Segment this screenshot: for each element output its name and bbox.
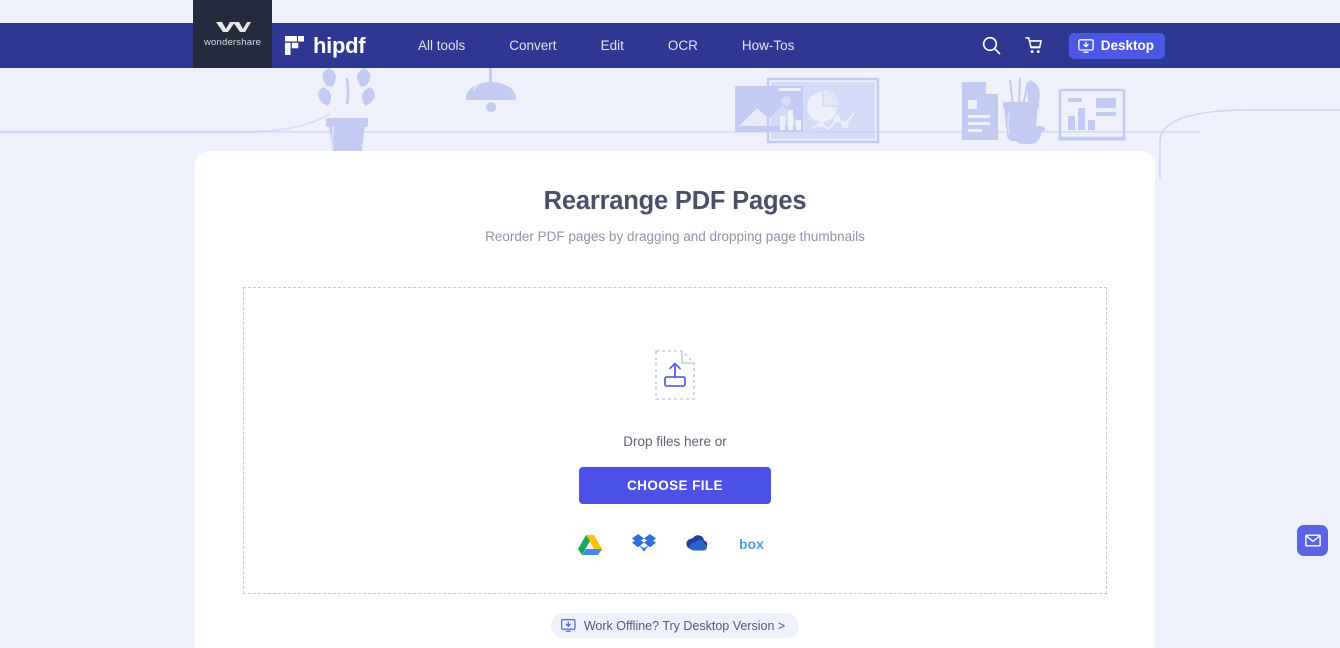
onedrive-icon <box>686 535 708 551</box>
page-subtitle: Reorder PDF pages by dragging and droppi… <box>485 229 865 244</box>
box-icon: box <box>739 536 764 552</box>
dropbox-button[interactable] <box>631 531 657 557</box>
contact-mail-button[interactable] <box>1297 525 1328 556</box>
desktop-app-button-label: Desktop <box>1100 38 1154 53</box>
wondershare-logo-icon <box>215 21 251 32</box>
tool-card: Rearrange PDF Pages Reorder PDF pages by… <box>195 151 1155 648</box>
search-button[interactable] <box>971 23 1013 68</box>
dropbox-icon <box>632 534 656 552</box>
search-icon <box>983 36 1001 55</box>
mail-icon <box>1304 534 1321 547</box>
nav-item-how-tos[interactable]: How-Tos <box>720 23 817 68</box>
drop-files-label: Drop files here or <box>623 434 727 449</box>
hipdf-logo[interactable]: hipdf <box>285 23 366 68</box>
file-dropzone[interactable]: Drop files here or CHOOSE FILE box <box>243 287 1107 594</box>
cloud-sources: box <box>577 531 773 557</box>
file-upload-icon <box>655 350 695 400</box>
nav-item-ocr[interactable]: OCR <box>646 23 720 68</box>
page-root: wondershare hipdf All tools Convert Edit… <box>0 0 1340 648</box>
wondershare-label: wondershare <box>203 36 262 48</box>
hipdf-logo-icon <box>285 36 304 55</box>
google-drive-button[interactable] <box>577 531 603 557</box>
dashboard-chart-icon <box>766 77 880 144</box>
cart-button[interactable] <box>1013 23 1055 68</box>
desktop-download-icon <box>561 619 576 632</box>
nav-item-all-tools[interactable]: All tools <box>396 23 487 68</box>
header-actions: Desktop <box>880 23 1340 68</box>
nav-item-edit[interactable]: Edit <box>579 23 646 68</box>
nav-item-convert[interactable]: Convert <box>487 23 578 68</box>
shopping-cart-icon <box>1025 37 1043 54</box>
box-button[interactable]: box <box>739 531 773 557</box>
upload-icon-wrap <box>654 349 696 406</box>
document-icon <box>962 82 998 140</box>
main-nav: All tools Convert Edit OCR How-Tos <box>396 23 816 68</box>
desktop-download-icon <box>1077 38 1094 53</box>
page-title: Rearrange PDF Pages <box>543 187 807 215</box>
hanging-lamp-icon <box>466 68 516 112</box>
work-offline-label: Work Offline? Try Desktop Version > <box>583 618 786 633</box>
svg-text:box: box <box>739 536 764 552</box>
google-drive-icon <box>578 534 602 555</box>
wondershare-brand-block[interactable]: wondershare <box>193 0 272 68</box>
desktop-app-button[interactable]: Desktop <box>1068 32 1165 59</box>
choose-file-button[interactable]: CHOOSE FILE <box>579 467 771 504</box>
work-offline-pill[interactable]: Work Offline? Try Desktop Version > <box>550 613 800 638</box>
chart-board-icon <box>1058 88 1126 141</box>
hipdf-logo-text: hipdf <box>313 32 366 58</box>
onedrive-button[interactable] <box>685 531 711 557</box>
